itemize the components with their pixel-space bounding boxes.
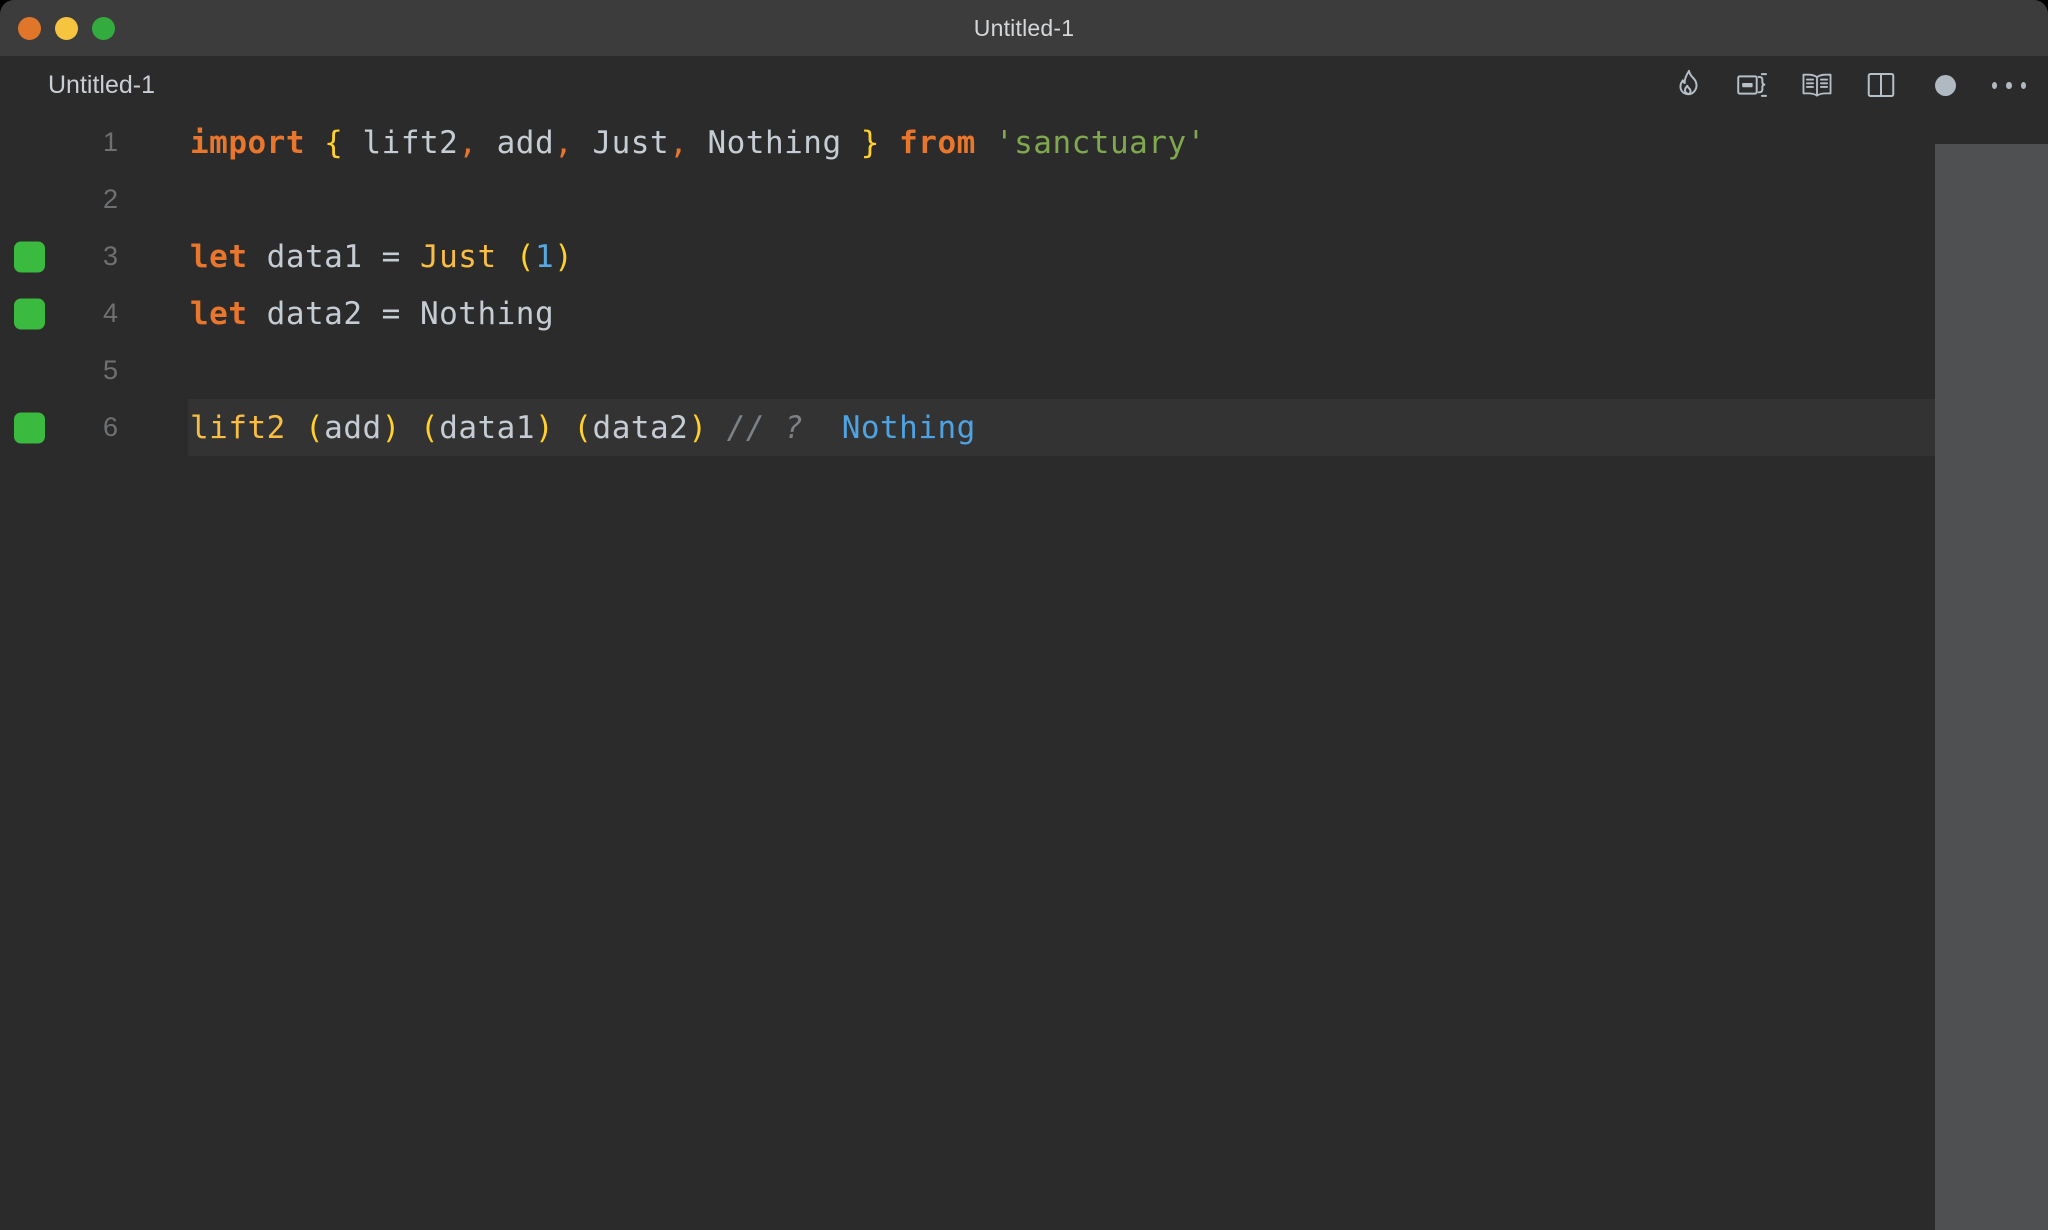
flame-icon[interactable]	[1672, 68, 1706, 102]
gutter-marker-icon[interactable]	[14, 412, 45, 443]
gutter-marker-icon[interactable]	[14, 241, 45, 272]
code-text: import { lift2, add, Just, Nothing } fro…	[190, 125, 1206, 161]
editor-window: Untitled-1 Untitled-1 1 import {lift2, …	[0, 0, 2048, 1230]
split-editor-icon[interactable]	[1864, 68, 1898, 102]
token: )	[535, 409, 555, 446]
line-number: 2	[102, 184, 118, 214]
maximize-window-icon[interactable]	[92, 16, 115, 40]
code-line-1[interactable]: 1 import { lift2, add, Just, Nothing } fr…	[0, 114, 2048, 171]
token: }	[860, 124, 880, 161]
token: (	[305, 409, 325, 446]
code-editor[interactable]: 1 import { lift2, add, Just, Nothing } fr…	[0, 114, 2048, 1230]
token: Nothing	[841, 409, 976, 446]
token: )	[381, 409, 401, 446]
token: Just	[573, 124, 670, 161]
token: 1	[534, 238, 555, 275]
code-lines: 1 import { lift2, add, Just, Nothing } fr…	[0, 114, 2048, 456]
open-book-icon[interactable]	[1800, 68, 1834, 102]
token: ,	[554, 124, 574, 161]
token: data2	[592, 409, 689, 446]
token: let	[190, 295, 248, 332]
code-text: let data2 = Nothing	[190, 296, 554, 332]
token: add	[477, 124, 555, 161]
editor-toolbar	[1672, 56, 2026, 114]
token: )	[688, 409, 708, 446]
close-window-icon[interactable]	[18, 16, 41, 40]
token: )	[554, 238, 574, 275]
token: data1 =	[247, 238, 420, 275]
token: (	[420, 409, 440, 446]
token: {	[324, 124, 344, 161]
code-line-3[interactable]: 3 let data1 = Just (1)	[0, 228, 2048, 285]
line-number: 6	[102, 412, 118, 442]
code-line-2[interactable]: 2	[0, 171, 2048, 228]
line-number: 4	[102, 298, 118, 328]
token: ,	[458, 124, 478, 161]
traffic-light-buttons	[18, 0, 115, 56]
code-line-6[interactable]: 6 lift2 (add) (data1) (data2) // ? Nothin…	[0, 399, 2048, 456]
code-line-5[interactable]: 5	[0, 342, 2048, 399]
gutter-marker-icon[interactable]	[14, 298, 45, 329]
token: data2 = Nothing	[247, 295, 555, 332]
token: add	[324, 409, 382, 446]
token: ,	[669, 124, 689, 161]
token: lift2	[190, 409, 286, 446]
run-editor-icon[interactable]	[1736, 68, 1770, 102]
token: import	[190, 124, 305, 161]
token: // ?	[726, 409, 804, 446]
code-text: lift2 (add) (data1) (data2) // ? Nothing	[190, 410, 976, 446]
tab-bar: Untitled-1	[0, 56, 2048, 114]
token: 'sanctuary'	[994, 124, 1206, 161]
token: data1	[439, 409, 536, 446]
line-number: 1	[102, 127, 118, 157]
token: Just	[419, 238, 497, 275]
code-text: let data1 = Just (1)	[190, 239, 573, 275]
minimize-window-icon[interactable]	[55, 16, 78, 40]
title-bar: Untitled-1	[0, 0, 2048, 56]
token: (	[515, 238, 535, 275]
code-line-4[interactable]: 4 let data2 = Nothing	[0, 285, 2048, 342]
tab-untitled-1[interactable]: Untitled-1	[48, 71, 155, 100]
token: lift2	[343, 124, 459, 161]
editor-scrollbar[interactable]	[1935, 144, 2048, 1230]
line-number: 5	[102, 355, 118, 385]
more-actions-icon[interactable]	[1992, 68, 2026, 102]
token: Nothing	[688, 124, 861, 161]
line-number: 3	[102, 241, 118, 271]
unsaved-dot-icon[interactable]	[1928, 68, 1962, 102]
token: (	[573, 409, 593, 446]
token: let	[190, 238, 248, 275]
window-title: Untitled-1	[973, 14, 1075, 41]
token: from	[899, 124, 976, 161]
